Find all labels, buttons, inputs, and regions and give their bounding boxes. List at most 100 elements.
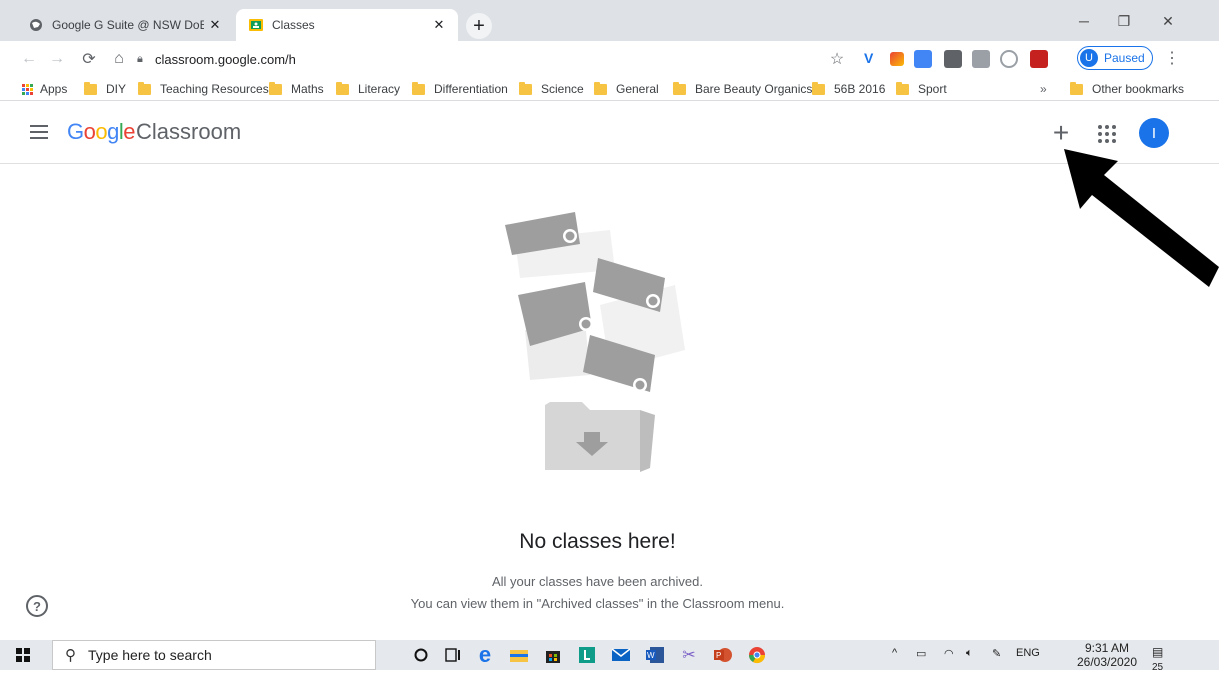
folder-icon — [336, 81, 349, 95]
bookmark-folder[interactable]: Literacy — [336, 79, 400, 99]
tab-title: Classes — [272, 18, 315, 32]
classroom-header: Google Classroom + I — [0, 102, 1219, 164]
tab-google-g-suite[interactable]: Google G Suite @ NSW DoE ✕ — [16, 9, 234, 41]
file-explorer-icon[interactable] — [506, 643, 532, 667]
cortana-icon[interactable] — [408, 643, 434, 667]
add-class-button[interactable]: + — [1047, 117, 1075, 148]
google-classroom-logo[interactable]: Google Classroom — [67, 119, 241, 145]
restore-icon[interactable]: ❐ — [1104, 7, 1144, 35]
snipping-tool-icon[interactable]: ✂ — [676, 643, 702, 667]
extension-hg-icon[interactable] — [972, 50, 990, 68]
home-icon[interactable]: ⌂ — [106, 46, 132, 72]
google-wordmark: Google — [67, 119, 136, 145]
bookmark-folder[interactable]: Bare Beauty Organics — [673, 79, 812, 99]
google-wordmark-letter: g — [107, 119, 119, 144]
bookmarks-bar: Apps DIY Teaching Resources Maths Litera… — [0, 77, 1219, 101]
bookmark-apps[interactable]: Apps — [22, 79, 67, 99]
taskbar-clock[interactable]: 9:31 AM 26/03/2020 — [1076, 641, 1138, 669]
search-icon: ⚲ — [65, 647, 76, 664]
lock-icon: 🔒︎ — [137, 52, 143, 65]
word-icon[interactable]: W — [642, 643, 668, 667]
chrome-icon[interactable] — [744, 643, 770, 667]
minimize-icon[interactable]: ─ — [1064, 7, 1104, 35]
windows-start-icon[interactable] — [16, 648, 30, 662]
extension-circle-icon[interactable] — [1000, 50, 1018, 68]
extension-image-icon[interactable] — [944, 50, 962, 68]
store-icon[interactable] — [540, 643, 566, 667]
windows-taskbar: ⚲ Type here to search e W ✂ P ^ ▭ ◠ 🔈︎ ✎… — [0, 640, 1219, 673]
extension-orange-icon[interactable] — [890, 52, 904, 66]
extension-camera-icon[interactable] — [914, 50, 932, 68]
back-icon[interactable]: ← — [16, 46, 42, 72]
tab-classes[interactable]: Classes ✕ — [236, 9, 458, 41]
new-tab-button[interactable]: + — [466, 13, 492, 39]
forward-icon[interactable]: → — [44, 46, 70, 72]
folder-icon — [519, 81, 532, 95]
google-apps-icon[interactable] — [1097, 124, 1117, 144]
taskbar-search-box[interactable]: ⚲ Type here to search — [52, 640, 376, 670]
bookmark-folder[interactable]: 56B 2016 — [812, 79, 885, 99]
bookmarks-overflow[interactable]: » — [1040, 79, 1047, 99]
close-icon[interactable]: ✕ — [204, 14, 226, 36]
bookmark-folder[interactable]: Sport — [896, 79, 947, 99]
folder-icon — [1070, 81, 1083, 95]
tray-chevron-icon[interactable]: ^ — [892, 647, 897, 659]
svg-text:W: W — [647, 651, 655, 660]
google-wordmark-letter: o — [83, 119, 96, 144]
battery-icon[interactable]: ▭ — [916, 647, 926, 660]
notification-center[interactable]: ▤ 25 — [1152, 645, 1174, 673]
bookmark-star-icon[interactable]: ☆ — [824, 46, 850, 72]
wifi-icon[interactable]: ◠ — [944, 647, 954, 660]
main-menu-icon[interactable] — [30, 125, 48, 139]
classroom-icon — [248, 17, 264, 33]
bookmark-folder[interactable]: Differentiation — [412, 79, 508, 99]
notification-count: 25 — [1152, 662, 1164, 673]
bookmark-folder[interactable]: DIY — [84, 79, 126, 99]
bookmark-folder[interactable]: Maths — [269, 79, 324, 99]
empty-state-hint: You can view them in "Archived classes" … — [410, 596, 785, 611]
close-icon[interactable]: ✕ — [428, 14, 450, 36]
pen-icon[interactable]: ✎ — [992, 647, 1001, 660]
bookmark-folder[interactable]: Teaching Resources — [138, 79, 269, 99]
tab-title: Google G Suite @ NSW DoE — [52, 18, 204, 32]
mail-icon[interactable] — [608, 643, 634, 667]
google-wordmark-letter: e — [123, 119, 136, 144]
bookmark-other[interactable]: Other bookmarks — [1070, 79, 1184, 99]
reload-icon[interactable]: ⟳ — [76, 46, 102, 72]
account-avatar[interactable]: I — [1139, 118, 1169, 148]
product-name: Classroom — [136, 119, 242, 144]
address-bar[interactable]: 🔒︎ classroom.google.com/h — [137, 46, 927, 72]
app-l-icon[interactable] — [574, 643, 600, 667]
profile-avatar: U — [1080, 49, 1098, 67]
volume-icon[interactable]: 🔈︎ — [966, 647, 973, 660]
empty-classes-illustration — [505, 212, 685, 472]
profile-status: Paused — [1104, 51, 1145, 65]
powerpoint-icon[interactable]: P — [710, 643, 736, 667]
help-icon[interactable]: ? — [26, 595, 48, 617]
empty-state-message: All your classes have been archived. — [491, 574, 703, 589]
clock-date: 26/03/2020 — [1076, 655, 1138, 669]
apps-grid-icon — [22, 83, 33, 95]
svg-text:P: P — [716, 651, 721, 660]
bookmark-folder[interactable]: General — [594, 79, 659, 99]
browser-toolbar: ← → ⟳ ⌂ 🔒︎ classroom.google.com/h ☆ V — [0, 41, 1219, 77]
window-close-icon[interactable]: ✕ — [1148, 7, 1188, 35]
language-indicator[interactable]: ENG — [1016, 647, 1040, 659]
notification-icon: ▤ — [1152, 645, 1164, 659]
browser-menu-icon[interactable]: ⋮ — [1162, 47, 1182, 69]
extension-v-icon[interactable]: V — [864, 50, 882, 68]
annotation-arrow — [1064, 149, 1219, 287]
bookmark-folder[interactable]: Science — [519, 79, 584, 99]
google-wordmark-letter: o — [95, 119, 108, 144]
folder-icon — [673, 81, 686, 95]
extension-pdf-icon[interactable] — [1030, 50, 1048, 68]
profile-button[interactable]: U Paused — [1077, 46, 1153, 70]
google-wordmark-letter: G — [67, 119, 84, 144]
task-view-icon[interactable] — [440, 643, 466, 667]
folder-icon — [269, 81, 282, 95]
empty-state-title: No classes here! — [519, 530, 676, 553]
folder-icon — [594, 81, 607, 95]
folder-icon — [412, 81, 425, 95]
edge-browser-icon[interactable]: e — [472, 642, 498, 667]
folder-icon — [138, 81, 151, 95]
